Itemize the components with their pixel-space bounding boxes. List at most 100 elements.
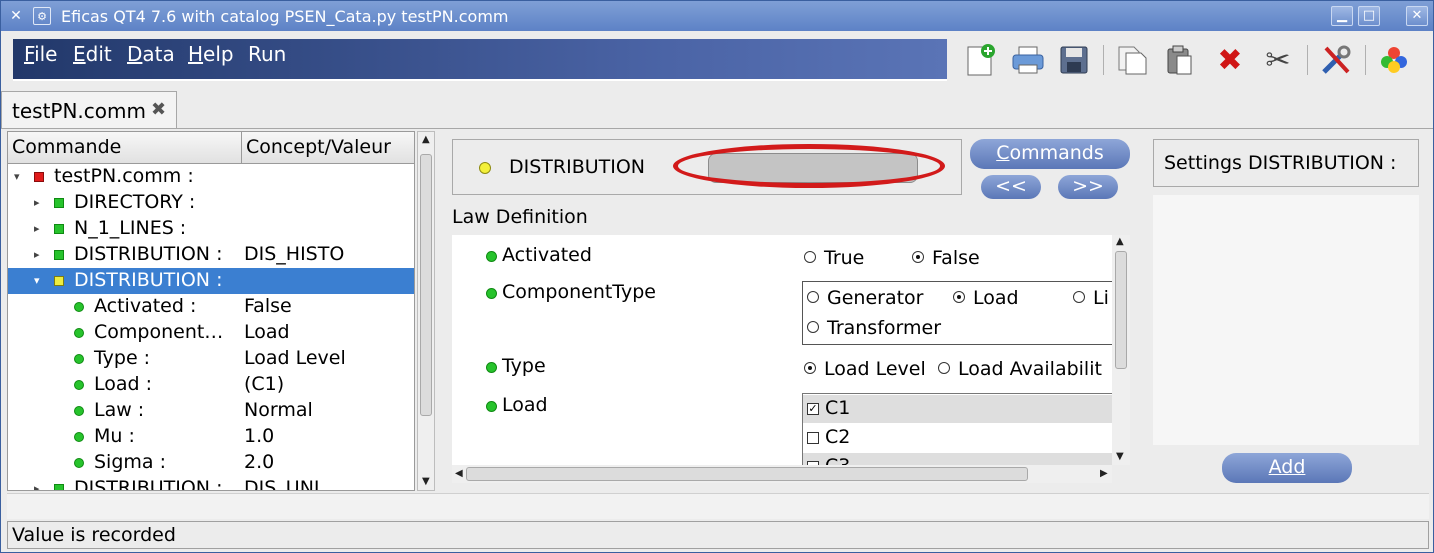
- tree-row-value: Load: [244, 321, 290, 343]
- scroll-thumb[interactable]: [466, 467, 1028, 481]
- valid-dot-icon: [74, 328, 84, 338]
- radio-circle-icon: [938, 362, 950, 374]
- section-title: Law Definition: [452, 206, 588, 228]
- tree-row[interactable]: Sigma : 2.0: [8, 450, 414, 476]
- tree-row[interactable]: ▸ DISTRIBUTION : DIS_UNI: [8, 476, 414, 490]
- tree-row[interactable]: ▸ DISTRIBUTION : DIS_HISTO: [8, 242, 414, 268]
- scroll-right-arrow[interactable]: ▶: [1100, 468, 1108, 479]
- radio-load[interactable]: Load: [953, 287, 1019, 309]
- commands-button[interactable]: Commands: [970, 139, 1130, 169]
- menu-help[interactable]: Help: [188, 42, 234, 66]
- radio-line[interactable]: Li: [1073, 287, 1109, 309]
- tree-row[interactable]: Load : (C1): [8, 372, 414, 398]
- component-type-group: Generator Load Li Transformer: [802, 281, 1112, 345]
- tree-row[interactable]: Component… Load: [8, 320, 414, 346]
- list-item-c1[interactable]: ✓ C1: [803, 395, 1112, 423]
- radio-circle-icon: [807, 321, 819, 333]
- command-tree[interactable]: Commande Concept/Valeur ▾ testPN.comm : ▸ D…: [7, 131, 415, 491]
- expand-right-icon[interactable]: ▸: [34, 222, 40, 235]
- field-label-componenttype: ComponentType: [502, 281, 656, 303]
- load-listbox[interactable]: ✓ C1 C2 C3: [802, 393, 1112, 465]
- expand-right-icon[interactable]: ▸: [34, 196, 40, 209]
- expand-down-icon[interactable]: ▾: [34, 274, 40, 287]
- column-header-concept-valeur[interactable]: Concept/Valeur: [246, 136, 391, 158]
- scroll-down-arrow[interactable]: ▼: [422, 476, 430, 487]
- copy-icon[interactable]: [1115, 43, 1149, 77]
- print-icon[interactable]: [1011, 43, 1045, 77]
- field-label-load: Load: [502, 394, 548, 416]
- tree-row[interactable]: ▾ DISTRIBUTION :: [8, 268, 414, 294]
- scroll-up-arrow[interactable]: ▲: [1116, 236, 1124, 247]
- delete-icon[interactable]: ✖: [1213, 43, 1247, 78]
- form-horizontal-scrollbar[interactable]: ◀ ▶: [452, 465, 1112, 483]
- main-window: ✕ ⚙ Eficas QT4 7.6 with catalog PSEN_Cat…: [0, 0, 1434, 553]
- list-item-c2[interactable]: C2: [803, 424, 1112, 452]
- tree-row[interactable]: ▸ DIRECTORY :: [8, 190, 414, 216]
- radio-true[interactable]: True: [804, 247, 864, 269]
- status-bar: Value is recorded: [7, 521, 1429, 549]
- window-menu-icon[interactable]: ⚙: [33, 7, 51, 25]
- close-tab-icon[interactable]: ✖: [151, 99, 166, 120]
- list-item-c3[interactable]: C3: [803, 453, 1112, 465]
- tree-row[interactable]: ▾ testPN.comm :: [8, 164, 414, 190]
- command-name: DISTRIBUTION: [509, 156, 646, 178]
- radio-load-availability[interactable]: Load Availabilit: [938, 358, 1102, 380]
- tab-testpn-comm[interactable]: testPN.comm ✖: [1, 91, 177, 129]
- app-menu-icon[interactable]: ✕: [7, 7, 25, 25]
- next-button[interactable]: >>: [1058, 175, 1118, 199]
- tree-row-label: Component…: [94, 321, 224, 343]
- message-area: [7, 493, 1429, 519]
- tree-row[interactable]: Type : Load Level: [8, 346, 414, 372]
- radio-checked-icon: [804, 362, 816, 374]
- checkbox-checked-icon[interactable]: ✓: [807, 403, 819, 415]
- menu-run[interactable]: Run: [248, 42, 286, 66]
- minimize-button[interactable]: ▁: [1331, 6, 1353, 26]
- tree-row[interactable]: ▸ N_1_LINES :: [8, 216, 414, 242]
- scroll-thumb[interactable]: [420, 154, 432, 416]
- menu-data[interactable]: Data: [127, 42, 175, 66]
- maximize-button[interactable]: □: [1358, 6, 1380, 26]
- valid-dot-icon: [74, 458, 84, 468]
- close-window-button[interactable]: ✕: [1406, 6, 1428, 26]
- expand-right-icon[interactable]: ▸: [34, 482, 40, 490]
- status-indicator-icon: [479, 162, 491, 174]
- tree-row-label: Law :: [94, 399, 145, 421]
- scroll-thumb[interactable]: [1115, 251, 1127, 369]
- scroll-down-arrow[interactable]: ▼: [1116, 451, 1124, 462]
- form-vertical-scrollbar[interactable]: ▲ ▼: [1112, 235, 1130, 465]
- radio-checked-icon: [912, 251, 924, 263]
- scroll-left-arrow[interactable]: ◀: [455, 468, 463, 479]
- paste-icon[interactable]: [1163, 43, 1197, 77]
- new-file-icon[interactable]: [963, 43, 997, 77]
- tab-label: testPN.comm: [12, 99, 146, 123]
- tree-scrollbar[interactable]: ▲ ▼: [417, 131, 435, 491]
- menu-file[interactable]: File: [24, 42, 57, 66]
- previous-button[interactable]: <<: [981, 175, 1041, 199]
- valid-dot-icon: [74, 302, 84, 312]
- radio-load-level[interactable]: Load Level: [804, 358, 926, 380]
- save-icon[interactable]: [1057, 43, 1091, 77]
- tree-row-value: Load Level: [244, 347, 346, 369]
- tree-row[interactable]: Activated : False: [8, 294, 414, 320]
- scroll-up-arrow[interactable]: ▲: [422, 134, 430, 145]
- tree-row-label: testPN.comm :: [54, 165, 194, 187]
- expand-down-icon[interactable]: ▾: [14, 170, 20, 183]
- add-button[interactable]: Add: [1222, 453, 1352, 483]
- color-icon[interactable]: [1377, 43, 1411, 77]
- cut-icon[interactable]: ✂: [1261, 43, 1295, 78]
- menu-edit[interactable]: Edit: [73, 42, 112, 66]
- radio-generator[interactable]: Generator: [807, 287, 923, 309]
- radio-false[interactable]: False: [912, 247, 980, 269]
- title-bar: ✕ ⚙ Eficas QT4 7.6 with catalog PSEN_Cat…: [1, 1, 1433, 31]
- tree-row[interactable]: Law : Normal: [8, 398, 414, 424]
- radio-transformer[interactable]: Transformer: [807, 317, 941, 339]
- valid-dot-icon: [74, 354, 84, 364]
- column-header-commande[interactable]: Commande: [12, 136, 244, 158]
- tree-row-value: 2.0: [244, 451, 275, 473]
- tree-row-label: Load :: [94, 373, 153, 395]
- expand-right-icon[interactable]: ▸: [34, 248, 40, 261]
- checkbox-icon[interactable]: [807, 432, 819, 444]
- yellow-square-icon: [54, 276, 64, 286]
- tree-row[interactable]: Mu : 1.0: [8, 424, 414, 450]
- tools-icon[interactable]: [1319, 43, 1353, 77]
